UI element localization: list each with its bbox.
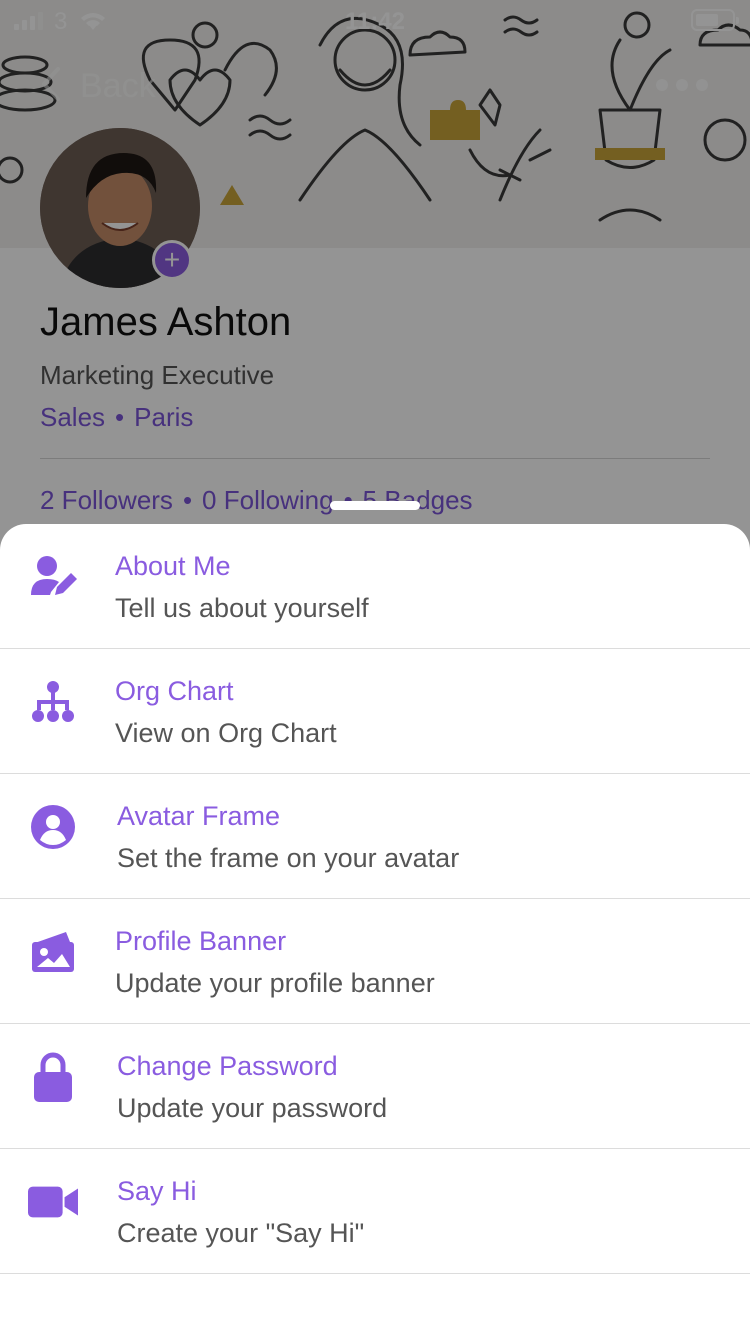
menu-item-title: Avatar Frame xyxy=(117,801,281,831)
menu-item-subtitle: Update your profile banner xyxy=(115,968,435,998)
user-circle-icon xyxy=(28,802,78,852)
menu-item-say-hi[interactable]: Say Hi Create your "Say Hi" xyxy=(0,1149,750,1274)
video-camera-icon xyxy=(28,1177,78,1227)
bottom-sheet: About Me Tell us about yourself Org Char… xyxy=(0,524,750,1334)
org-chart-icon xyxy=(28,677,78,727)
menu-item-title: Change Password xyxy=(117,1051,338,1081)
menu-item-org-chart[interactable]: Org Chart View on Org Chart xyxy=(0,649,750,774)
menu-item-subtitle: Tell us about yourself xyxy=(115,593,369,623)
lock-icon xyxy=(28,1052,78,1102)
menu-item-subtitle: Create your "Say Hi" xyxy=(117,1218,365,1248)
menu-item-title: Say Hi xyxy=(117,1176,197,1206)
menu-item-change-password[interactable]: Change Password Update your password xyxy=(0,1024,750,1149)
menu-item-profile-banner[interactable]: Profile Banner Update your profile banne… xyxy=(0,899,750,1024)
menu-item-about-me[interactable]: About Me Tell us about yourself xyxy=(0,524,750,649)
menu-item-subtitle: View on Org Chart xyxy=(115,718,337,748)
menu-item-avatar-frame[interactable]: Avatar Frame Set the frame on your avata… xyxy=(0,774,750,899)
image-icon xyxy=(28,927,78,977)
menu-item-title: Profile Banner xyxy=(115,926,287,956)
user-edit-icon xyxy=(28,552,78,602)
sheet-grabber[interactable] xyxy=(330,501,420,510)
menu-item-subtitle: Update your password xyxy=(117,1093,388,1123)
menu-item-title: Org Chart xyxy=(115,676,234,706)
menu-item-subtitle: Set the frame on your avatar xyxy=(117,843,460,873)
menu-item-title: About Me xyxy=(115,551,231,581)
